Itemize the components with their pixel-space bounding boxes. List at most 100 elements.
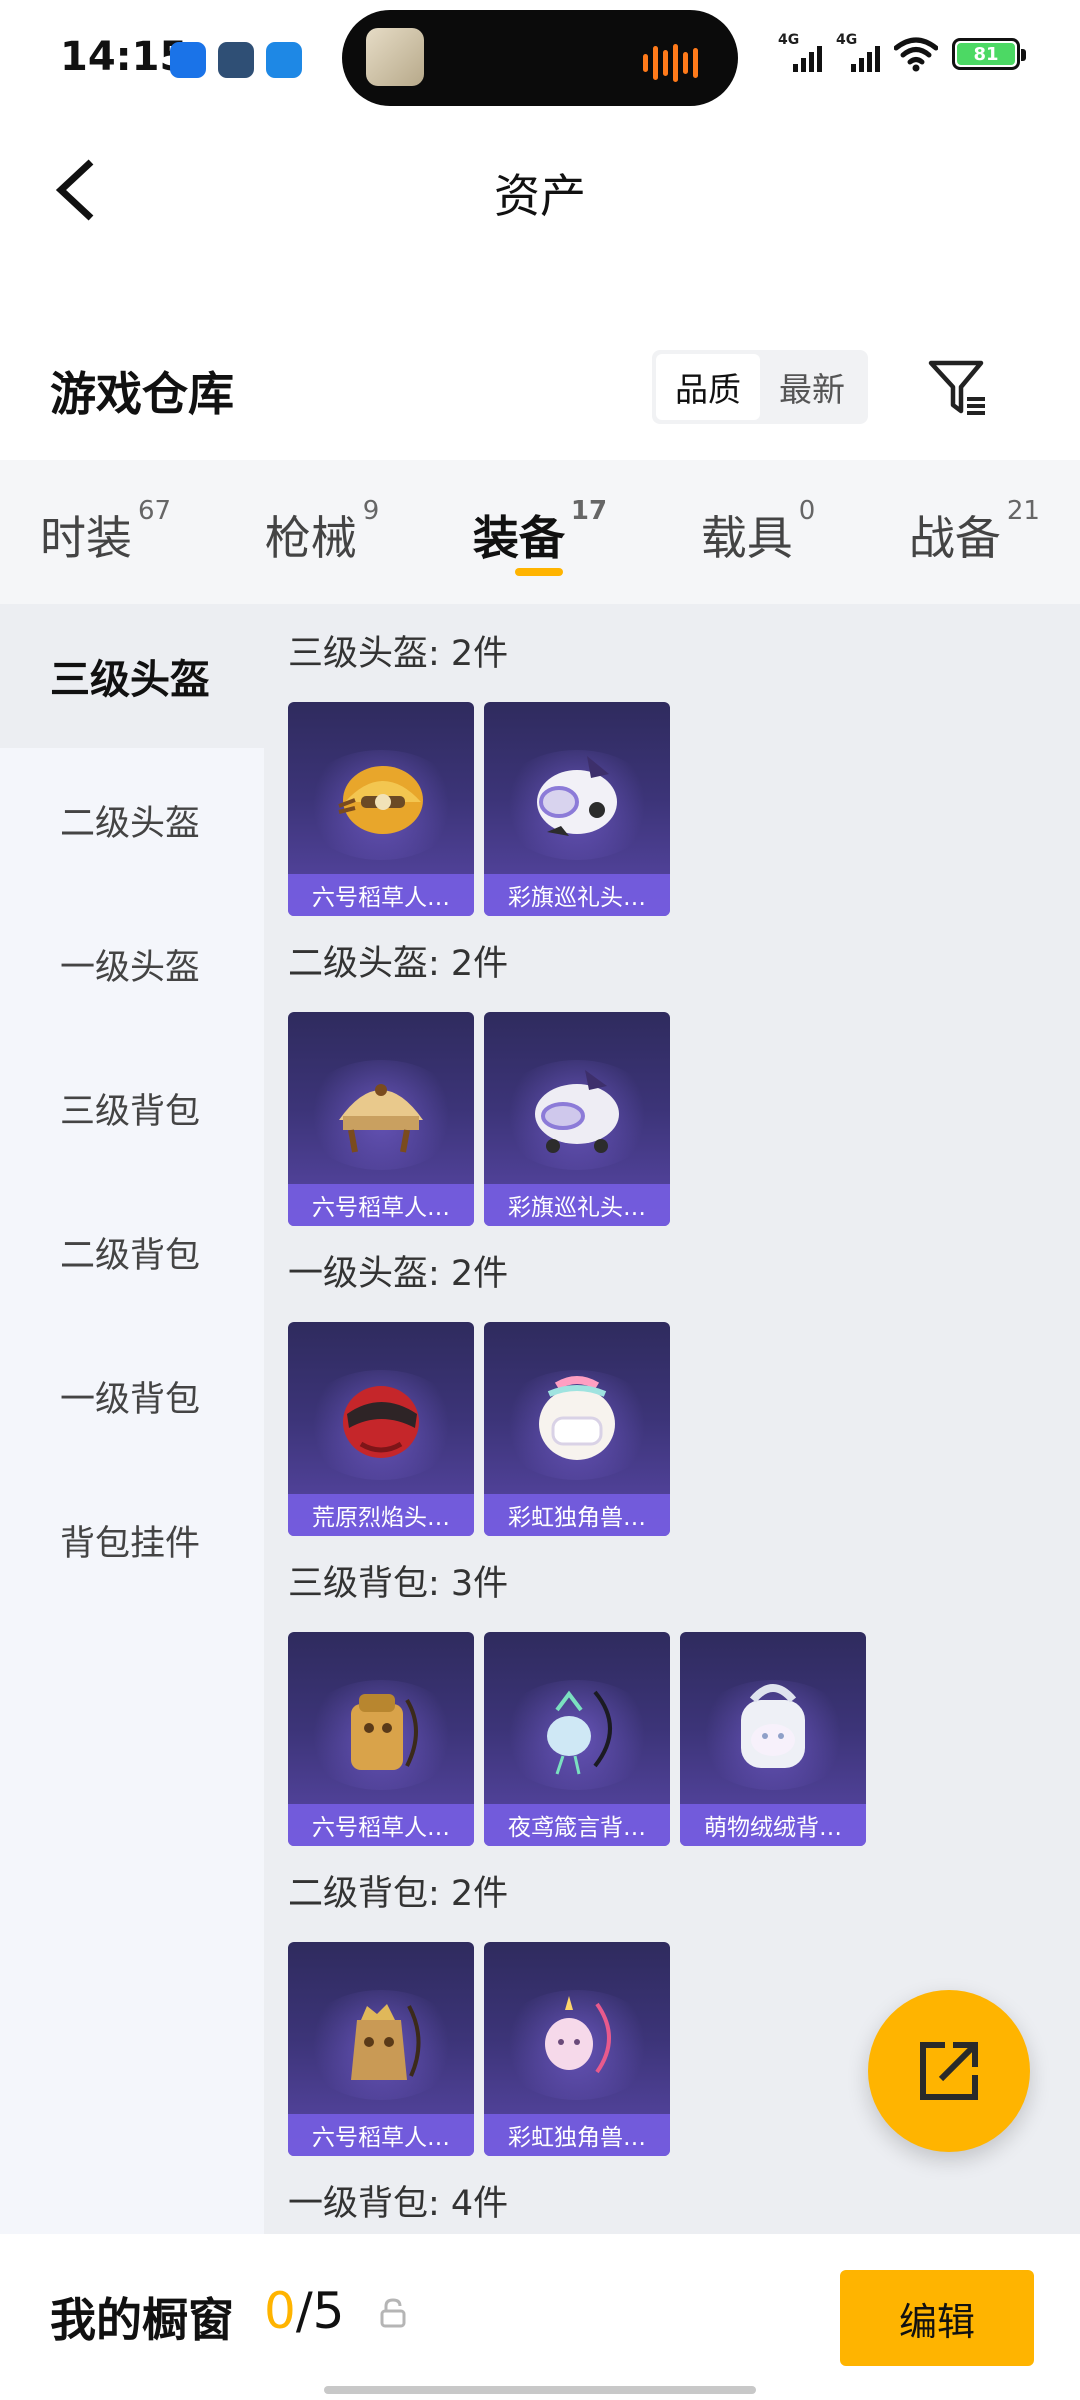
sidebar-item-level1-backpack[interactable]: 一级背包: [0, 1324, 264, 1468]
app-header: 资产: [0, 130, 1080, 250]
scarecrow-helmet-icon: [338, 766, 423, 834]
tab-label: 枪械: [264, 511, 357, 565]
media-thumbnail: [366, 28, 424, 86]
sidebar-item-backpack-pendant[interactable]: 背包挂件: [0, 1468, 264, 1612]
section-level3-backpack: 三级背包: 3件 六号稻草人… 夜鸢箴言背… 萌物绒绒背…: [288, 1560, 1080, 1846]
showcase-bar: 我的橱窗 0/5 编辑: [0, 2234, 1080, 2400]
subcategory-sidebar: 三级头盔 二级头盔 一级头盔 三级背包 二级背包 一级背包 背包挂件: [0, 604, 264, 2234]
notification-app-icon: [170, 42, 206, 78]
status-bar: 14:15 4G 4G 81: [0, 0, 1080, 120]
status-time: 14:15: [60, 34, 188, 80]
sort-by-quality[interactable]: 品质: [656, 354, 760, 420]
flag-parade-helmet-icon: [537, 756, 617, 836]
item-card[interactable]: 彩虹独角兽…: [484, 1322, 670, 1536]
rainbow-unicorn-helmet-icon: [539, 1376, 615, 1460]
section-level2-helmet: 二级头盔: 2件 六号稻草人… 彩旗巡礼头…: [288, 940, 1080, 1226]
scarecrow-backpack-icon: [351, 2004, 421, 2080]
section-title: 一级背包: 4件: [288, 2184, 509, 2224]
cellular-signal-icon: 4G: [836, 32, 880, 72]
assets-page: 14:15 4G 4G 81 资产 游戏仓库 品质 最新 时装 67 枪械 9 …: [0, 0, 1080, 2400]
item-name: 六号稻草人…: [288, 2114, 474, 2156]
sidebar-item-level3-helmet[interactable]: 三级头盔: [0, 604, 264, 748]
sidebar-item-level1-helmet[interactable]: 一级头盔: [0, 892, 264, 1036]
item-name: 六号稻草人…: [288, 1184, 474, 1226]
showcase-label: 我的橱窗: [50, 2293, 234, 2347]
category-tabs: 时装 67 枪械 9 装备 17 载具 0 战备 21: [0, 460, 1080, 604]
share-button[interactable]: [868, 1990, 1030, 2152]
tab-count: 9: [362, 496, 380, 526]
section-title: 三级头盔: 2件: [288, 634, 509, 674]
item-card[interactable]: 六号稻草人…: [288, 1942, 474, 2156]
item-name: 彩虹独角兽…: [484, 1494, 670, 1536]
item-card[interactable]: 六号稻草人…: [288, 702, 474, 916]
flag-parade-helmet-icon: [535, 1070, 619, 1153]
scarecrow-backpack-icon: [351, 1694, 418, 1770]
edit-button[interactable]: 编辑: [840, 2270, 1034, 2366]
showcase-total: /5: [295, 2282, 345, 2340]
showcase-current: 0: [264, 2282, 296, 2340]
tab-label: 时装: [40, 511, 132, 565]
warehouse-title: 游戏仓库: [50, 367, 234, 421]
sidebar-item-level2-helmet[interactable]: 二级头盔: [0, 748, 264, 892]
sort-by-newest[interactable]: 最新: [760, 354, 864, 420]
item-name: 荒原烈焰头…: [288, 1494, 474, 1536]
tab-label: 装备: [472, 511, 565, 565]
showcase-count: 0/5: [264, 2282, 344, 2340]
status-app-icons: [170, 42, 302, 78]
sidebar-item-level3-backpack[interactable]: 三级背包: [0, 1036, 264, 1180]
home-indicator[interactable]: [324, 2386, 756, 2394]
sort-toggle: 品质 最新: [652, 350, 868, 424]
cellular-signal-icon: 4G: [778, 32, 822, 72]
filter-button[interactable]: [922, 352, 992, 422]
item-card[interactable]: 彩虹独角兽…: [484, 1942, 670, 2156]
tab-label: 载具: [700, 511, 793, 565]
section-title: 二级背包: 2件: [288, 1874, 509, 1914]
item-name: 夜鸢箴言背…: [484, 1804, 670, 1846]
item-name: 六号稻草人…: [288, 874, 474, 916]
filter-icon: [928, 360, 985, 415]
audio-wave-icon: [643, 44, 698, 82]
notification-app-icon: [266, 42, 302, 78]
tab-fashion[interactable]: 时装 67: [40, 460, 171, 604]
section-level1-helmet: 一级头盔: 2件 荒原烈焰头… 彩虹独角兽…: [288, 1250, 1080, 1536]
scarecrow-helmet-icon: [339, 1084, 423, 1153]
tab-firearms[interactable]: 枪械 9: [265, 460, 380, 604]
battery-level: 81: [957, 43, 1015, 65]
tab-vehicles[interactable]: 载具 0: [701, 460, 816, 604]
item-card[interactable]: 彩旗巡礼头…: [484, 702, 670, 916]
tab-equipment[interactable]: 装备 17: [473, 460, 607, 604]
wifi-icon: [894, 37, 938, 72]
fluffy-backpack-icon: [741, 1684, 805, 1768]
item-name: 六号稻草人…: [288, 1804, 474, 1846]
item-card[interactable]: 萌物绒绒背…: [680, 1632, 866, 1846]
share-icon: [920, 2042, 978, 2100]
battery-icon: 81: [952, 38, 1026, 70]
item-card[interactable]: 六号稻草人…: [288, 1632, 474, 1846]
tab-count: 0: [798, 496, 816, 526]
section-level1-backpack: 一级背包: 4件: [288, 2180, 1080, 2228]
item-card[interactable]: 荒原烈焰头…: [288, 1322, 474, 1536]
item-card[interactable]: 夜鸢箴言背…: [484, 1632, 670, 1846]
tab-supplies[interactable]: 战备 21: [909, 460, 1040, 604]
page-title: 资产: [494, 169, 586, 223]
item-name: 萌物绒绒背…: [680, 1804, 866, 1846]
item-name: 彩旗巡礼头…: [484, 874, 670, 916]
section-title: 一级头盔: 2件: [288, 1254, 509, 1294]
sidebar-item-level2-backpack[interactable]: 二级背包: [0, 1180, 264, 1324]
lock-icon: [380, 2298, 406, 2328]
item-card[interactable]: 六号稻草人…: [288, 1012, 474, 1226]
item-card[interactable]: 彩旗巡礼头…: [484, 1012, 670, 1226]
tab-label: 战备: [908, 511, 1001, 565]
rainbow-unicorn-backpack-icon: [545, 1996, 611, 2074]
tab-count: 21: [1006, 496, 1040, 526]
notification-app-icon: [218, 42, 254, 78]
status-indicators: 4G 4G 81: [778, 32, 1026, 72]
warehouse-header: 游戏仓库 品质 最新: [0, 340, 1080, 440]
section-level3-helmet: 三级头盔: 2件 六号稻草人… 彩旗巡礼头…: [288, 630, 1080, 916]
section-title: 二级头盔: 2件: [288, 944, 509, 984]
section-title: 三级背包: 3件: [288, 1564, 509, 1604]
tab-count: 17: [570, 496, 608, 526]
tab-count: 67: [138, 496, 172, 526]
dynamic-island[interactable]: [342, 10, 738, 106]
night-kite-backpack-icon: [547, 1690, 612, 1775]
